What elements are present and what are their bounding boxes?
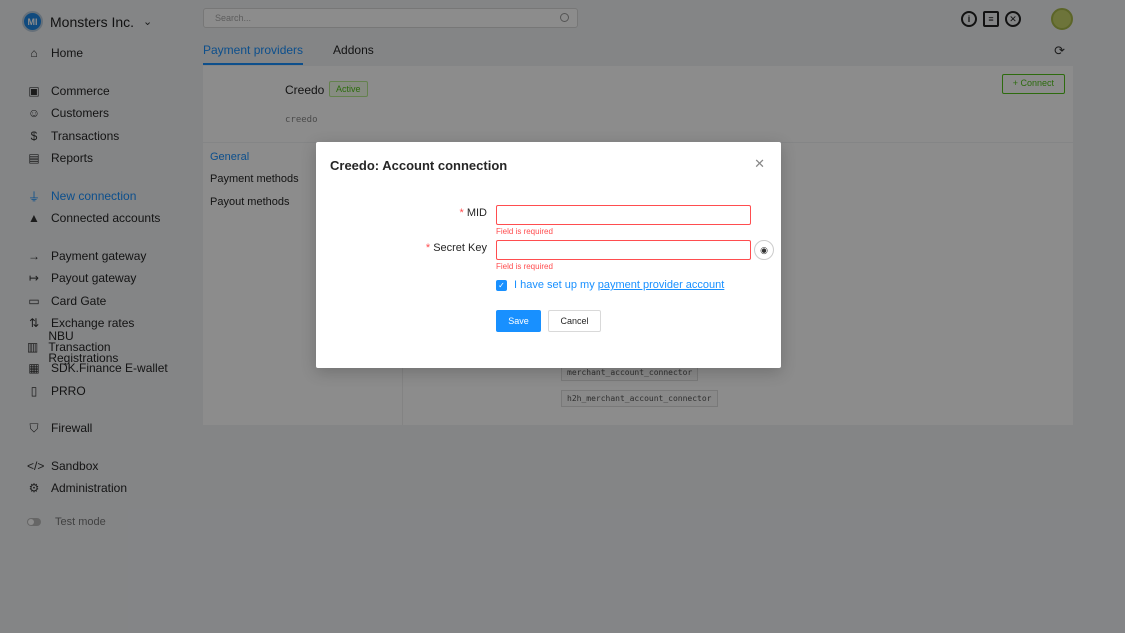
modal-title: Creedo: Account connection [330,158,508,173]
cancel-button[interactable]: Cancel [548,310,601,332]
mid-error: Field is required [496,227,553,236]
account-connection-modal: Creedo: Account connection ✕ * MID Field … [316,142,781,368]
check-text: I have set up my payment provider accoun… [514,279,725,291]
setup-confirmation[interactable]: ✓ I have set up my payment provider acco… [496,279,724,291]
provider-account-link[interactable]: payment provider account [598,279,725,291]
mid-field[interactable] [496,205,751,225]
check-icon[interactable]: ✓ [496,279,507,291]
mid-label: * MID [459,207,487,219]
eye-off-icon[interactable]: ◉ [754,240,774,260]
secret-key-label: * Secret Key [425,242,487,254]
secret-key-error: Field is required [496,262,553,271]
secret-key-field[interactable] [496,240,751,260]
close-icon[interactable]: ✕ [754,156,765,172]
save-button[interactable]: Save [496,310,541,332]
